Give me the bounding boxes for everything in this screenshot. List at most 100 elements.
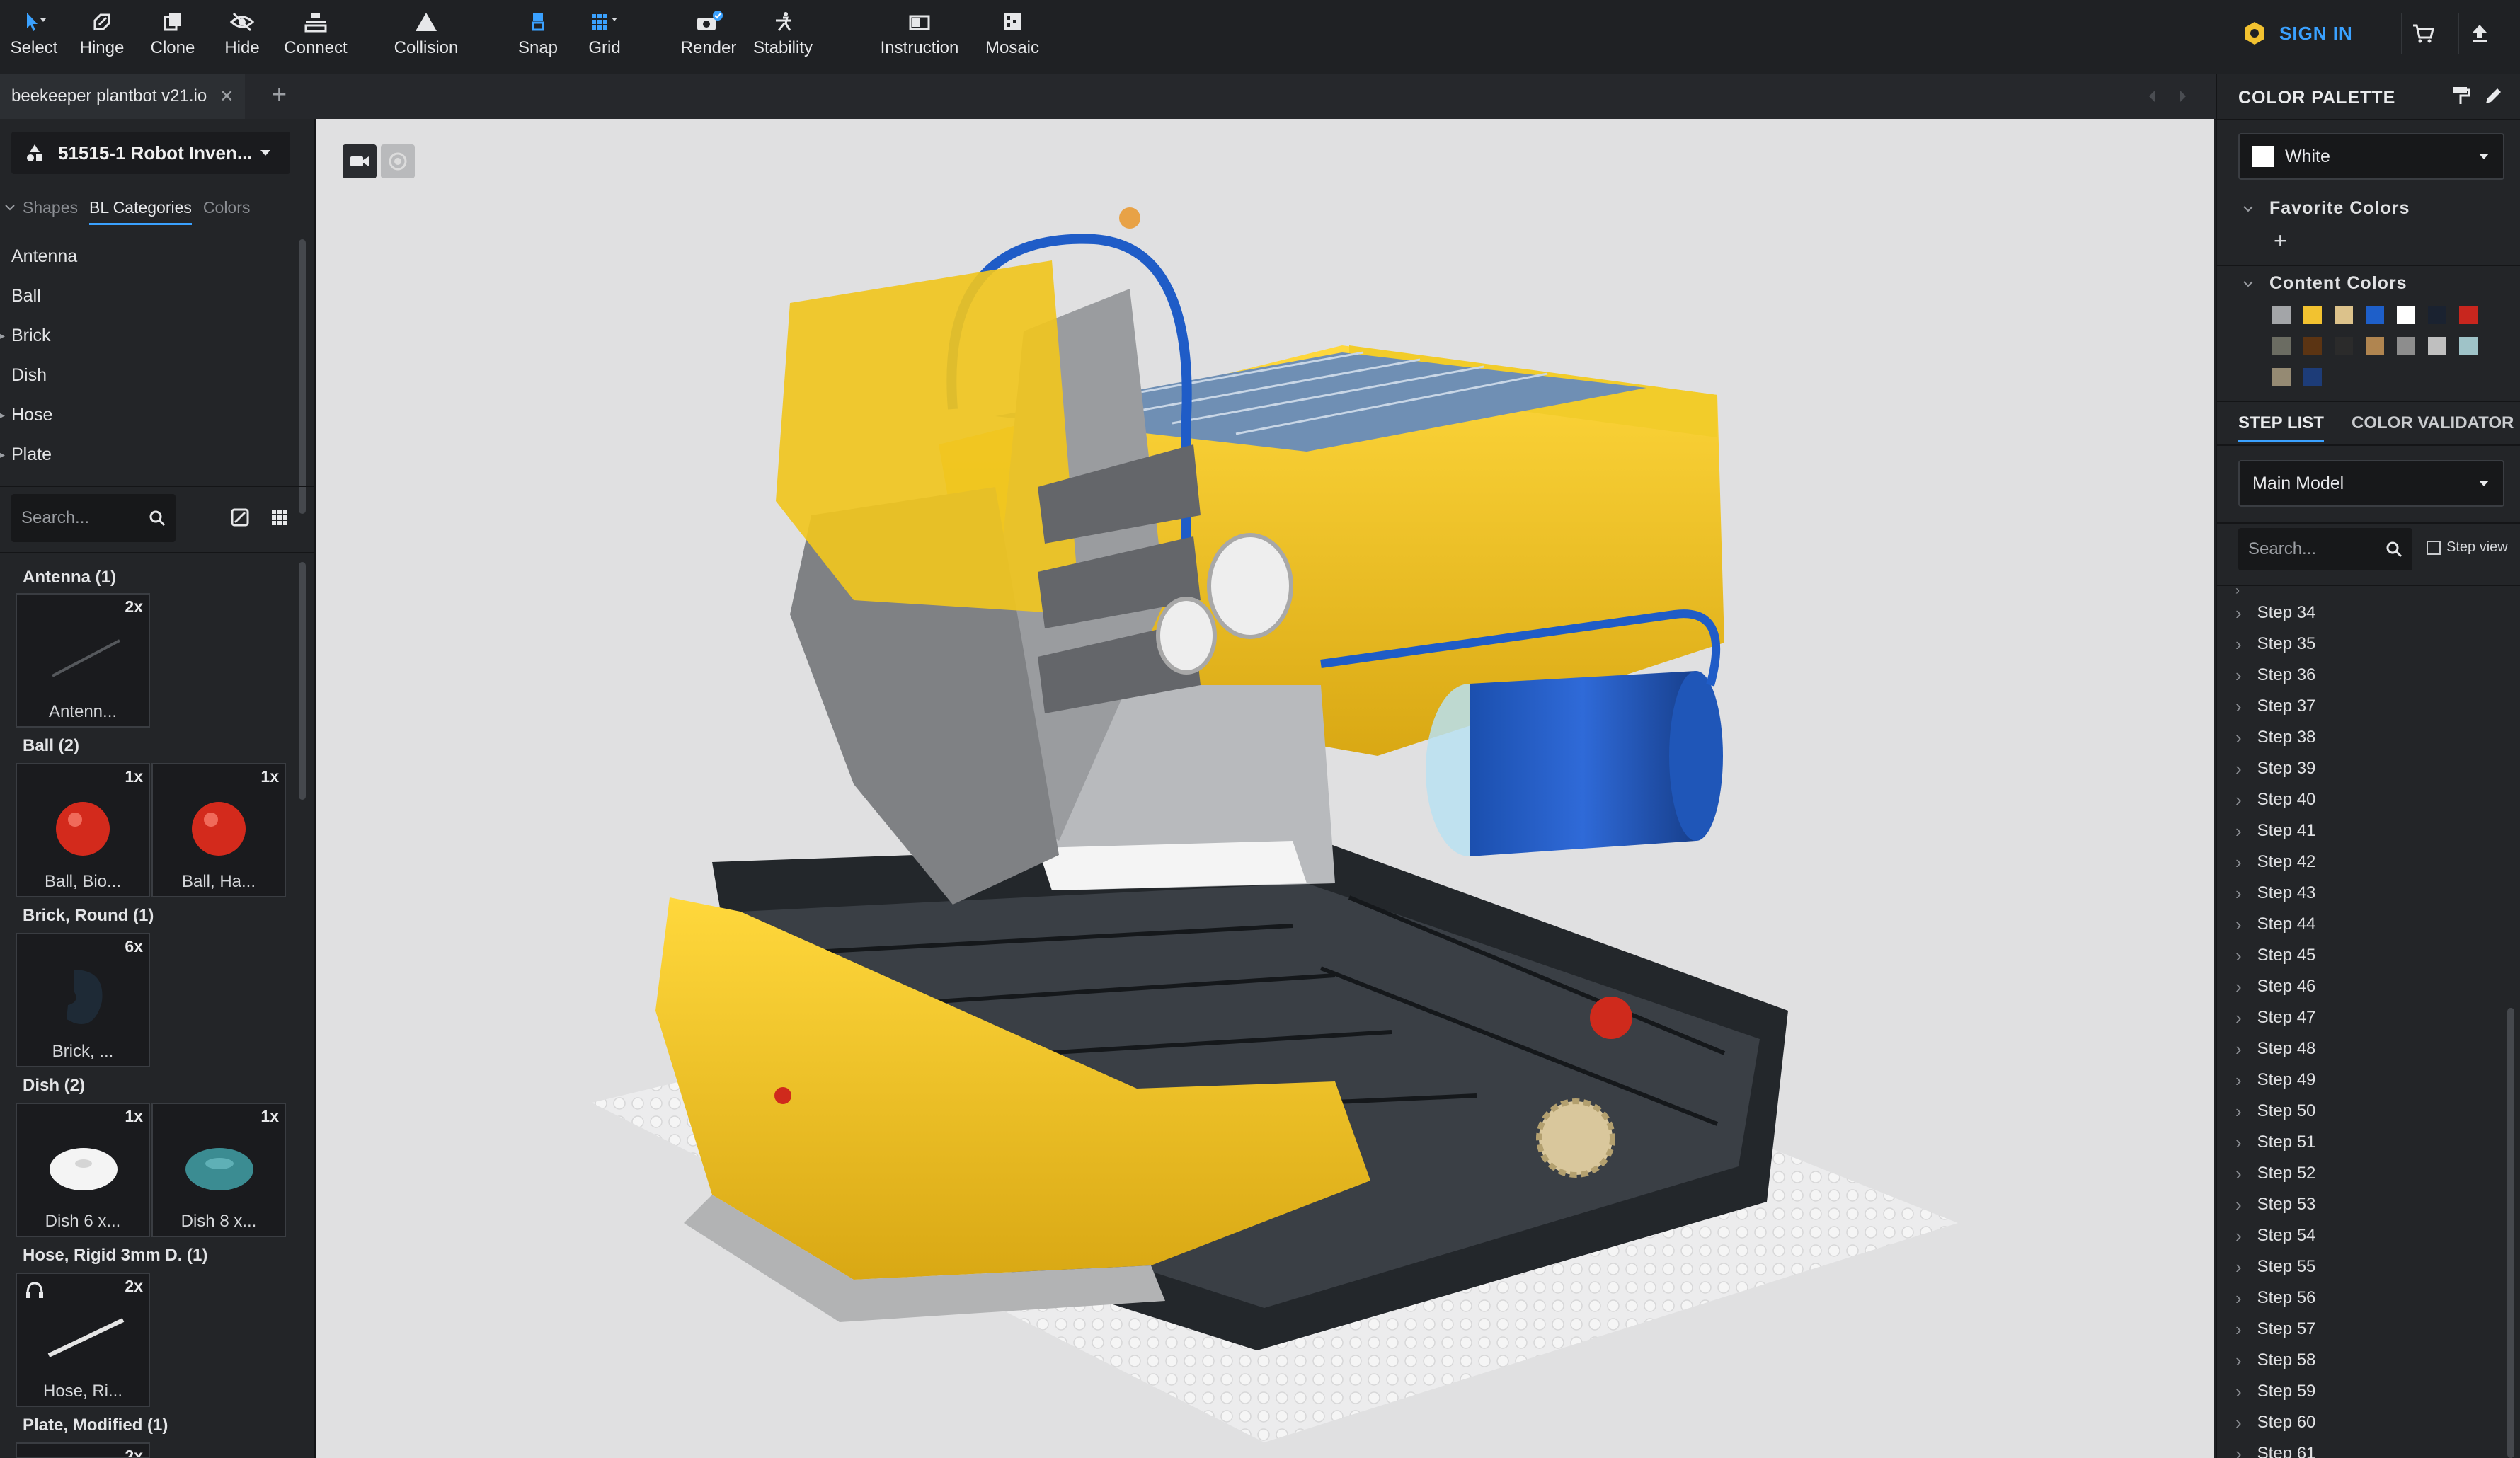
step-item[interactable]: › Step 40 <box>2235 784 2315 815</box>
color-swatch[interactable] <box>2272 337 2291 355</box>
step-item[interactable]: › Step 38 <box>2235 722 2315 753</box>
render-tool-button[interactable]: Render <box>678 0 739 71</box>
category-item[interactable]: Antenna <box>0 236 297 276</box>
document-tab[interactable]: beekeeper plantbot v21.io ✕ <box>0 74 246 119</box>
upload-button[interactable] <box>2458 13 2500 54</box>
step-item[interactable]: › Step 52 <box>2235 1158 2315 1189</box>
sign-in-button[interactable]: SIGN IN <box>2243 17 2353 50</box>
step-item[interactable]: › Step 48 <box>2235 1033 2315 1064</box>
hinge-tool-button[interactable]: Hinge <box>76 0 127 71</box>
filter-icon[interactable] <box>229 507 251 532</box>
favorite-colors-header[interactable]: Favorite Colors <box>2243 198 2410 219</box>
step-item[interactable]: › Step 59 <box>2235 1376 2315 1407</box>
step-list-scrollbar[interactable] <box>2507 1008 2514 1458</box>
checkbox-box[interactable] <box>2427 540 2441 555</box>
step-item[interactable]: › Step 58 <box>2235 1345 2315 1376</box>
content-colors-header[interactable]: Content Colors <box>2243 273 2407 294</box>
step-item[interactable]: › Step 54 <box>2235 1220 2315 1251</box>
part-card[interactable]: 2x Antenn... <box>16 593 150 728</box>
category-item[interactable]: Dish <box>0 355 297 395</box>
hide-tool-button[interactable]: Hide <box>217 0 268 71</box>
step-item[interactable]: › Step 44 <box>2235 909 2315 940</box>
step-item[interactable]: › Step 50 <box>2235 1096 2315 1127</box>
category-item[interactable]: Ball <box>0 276 297 316</box>
pencil-icon[interactable] <box>2483 85 2503 110</box>
model-select-dropdown[interactable]: Main Model <box>2238 460 2504 507</box>
color-swatch[interactable] <box>2335 306 2353 324</box>
parts-scrollbar[interactable] <box>299 562 306 800</box>
add-favorite-color-button[interactable]: + <box>2274 228 2287 254</box>
snap-tool-button[interactable]: Snap <box>512 0 563 71</box>
step-item[interactable]: › Step 46 <box>2235 971 2315 1002</box>
tab-colors[interactable]: Colors <box>203 198 250 217</box>
color-swatch[interactable] <box>2272 368 2291 386</box>
tab-shapes[interactable]: Shapes <box>23 198 78 217</box>
color-swatch[interactable] <box>2459 306 2478 324</box>
category-scrollbar[interactable] <box>299 239 306 514</box>
step-item[interactable]: › Step 42 <box>2235 846 2315 878</box>
color-swatch[interactable] <box>2459 337 2478 355</box>
color-swatch[interactable] <box>2303 306 2322 324</box>
collision-tool-button[interactable]: Collision <box>391 0 462 71</box>
stability-tool-button[interactable]: Stability <box>748 0 818 71</box>
category-item[interactable]: ▸ Hose <box>0 395 297 435</box>
color-swatch[interactable] <box>2428 306 2446 324</box>
step-search-input[interactable]: Search... <box>2238 528 2412 570</box>
color-swatch[interactable] <box>2366 337 2384 355</box>
step-item[interactable]: › Step 55 <box>2235 1251 2315 1282</box>
instruction-tool-button[interactable]: Instruction <box>874 0 966 71</box>
parts-search-input[interactable]: Search... <box>11 494 176 542</box>
clone-tool-button[interactable]: Clone <box>147 0 198 71</box>
step-item[interactable]: › Step 61 <box>2235 1438 2315 1458</box>
step-item[interactable]: › Step 43 <box>2235 878 2315 909</box>
robot-model-render[interactable] <box>316 119 2214 1458</box>
tab-color-validator[interactable]: COLOR VALIDATOR <box>2352 413 2514 433</box>
part-card[interactable]: 2x <box>16 1442 150 1458</box>
step-item[interactable]: › Step 36 <box>2235 660 2315 691</box>
step-item[interactable]: › Step 47 <box>2235 1002 2315 1033</box>
color-swatch[interactable] <box>2366 306 2384 324</box>
step-item[interactable]: › Step 41 <box>2235 815 2315 846</box>
part-card[interactable]: 1x Ball, Ha... <box>151 763 286 897</box>
tab-bl-categories[interactable]: BL Categories <box>89 198 192 225</box>
color-swatch[interactable] <box>2335 337 2353 355</box>
grid-view-icon[interactable] <box>269 507 290 532</box>
step-item[interactable]: › Step 56 <box>2235 1282 2315 1314</box>
step-item[interactable]: › Step 37 <box>2235 691 2315 722</box>
color-swatch[interactable] <box>2303 337 2322 355</box>
tab-scroll-left-icon[interactable] <box>2145 88 2159 108</box>
grid-tool-button[interactable]: Grid <box>579 0 630 71</box>
step-item[interactable]: › Step 53 <box>2235 1189 2315 1220</box>
part-card[interactable]: 1x Ball, Bio... <box>16 763 150 897</box>
tab-scroll-right-icon[interactable] <box>2176 88 2190 108</box>
close-tab-icon[interactable]: ✕ <box>219 86 234 107</box>
paint-roller-icon[interactable] <box>2451 85 2470 110</box>
3d-viewport[interactable] <box>316 119 2214 1458</box>
part-card[interactable]: 2x Hose, Ri... <box>16 1273 150 1407</box>
step-item[interactable]: › Step 57 <box>2235 1314 2315 1345</box>
part-card[interactable]: 1x Dish 6 x... <box>16 1103 150 1237</box>
step-item[interactable]: › Step 35 <box>2235 628 2315 660</box>
tab-step-list[interactable]: STEP LIST <box>2238 413 2324 442</box>
step-item[interactable]: › Step 45 <box>2235 940 2315 971</box>
add-tab-button[interactable]: + <box>272 79 287 109</box>
parts-set-dropdown[interactable]: 51515-1 Robot Inven... <box>11 132 290 174</box>
category-item[interactable]: ▸ Brick <box>0 316 297 355</box>
step-item[interactable]: › Step 39 <box>2235 753 2315 784</box>
select-tool-button[interactable]: Select <box>8 0 59 71</box>
cart-button[interactable] <box>2401 13 2444 54</box>
step-item[interactable]: › Step 60 <box>2235 1407 2315 1438</box>
collapse-chevron-icon[interactable] <box>4 202 16 212</box>
color-select-dropdown[interactable]: White <box>2238 133 2504 180</box>
color-swatch[interactable] <box>2397 306 2415 324</box>
step-view-checkbox[interactable]: Step view <box>2427 539 2508 556</box>
mosaic-tool-button[interactable]: Mosaic <box>977 0 1048 71</box>
color-swatch[interactable] <box>2272 306 2291 324</box>
connect-tool-button[interactable]: Connect <box>280 0 351 71</box>
color-swatch[interactable] <box>2428 337 2446 355</box>
color-swatch[interactable] <box>2397 337 2415 355</box>
color-swatch[interactable] <box>2303 368 2322 386</box>
category-item[interactable]: ▸ Plate <box>0 435 297 474</box>
part-card[interactable]: 1x Dish 8 x... <box>151 1103 286 1237</box>
part-card[interactable]: 6x Brick, ... <box>16 933 150 1067</box>
